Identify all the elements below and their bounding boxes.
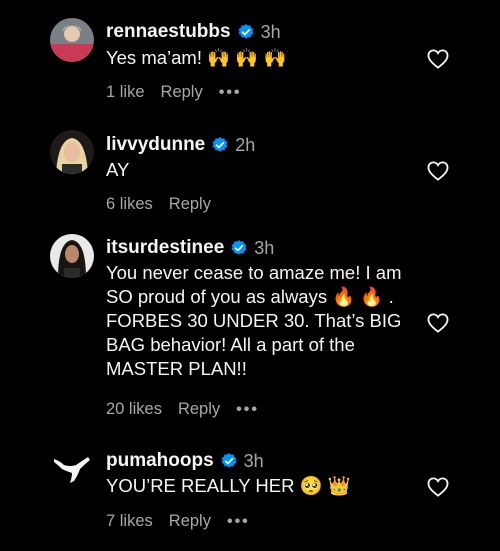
comment-text: You never cease to amaze me! I am SO pro…: [106, 262, 407, 379]
heart-outline-icon[interactable]: [427, 49, 449, 69]
avatar[interactable]: [50, 130, 94, 174]
avatar[interactable]: [50, 234, 94, 278]
reply-button[interactable]: Reply: [178, 400, 220, 419]
username-row: rennaestubbs 3h: [106, 21, 281, 43]
verified-badge-icon: [212, 137, 228, 152]
reply-button[interactable]: Reply: [169, 512, 211, 531]
heart-outline-icon[interactable]: [427, 477, 449, 497]
comment-text: AY: [106, 159, 130, 180]
timestamp: 3h: [260, 21, 281, 42]
username-row: livvydunne 2h: [106, 134, 255, 156]
avatar[interactable]: [50, 18, 94, 62]
username[interactable]: pumahoops: [106, 450, 214, 472]
timestamp: 2h: [235, 134, 256, 155]
likes-count[interactable]: 1 like: [106, 83, 145, 102]
username[interactable]: livvydunne: [106, 134, 205, 156]
username-row: itsurdestinee 3h: [106, 237, 274, 259]
reply-button[interactable]: Reply: [161, 83, 203, 102]
likes-count[interactable]: 7 likes: [106, 512, 153, 531]
username[interactable]: itsurdestinee: [106, 237, 224, 259]
timestamp: 3h: [243, 450, 264, 471]
comment-actions: 20 likes Reply •••: [106, 400, 275, 419]
reply-button[interactable]: Reply: [169, 195, 211, 214]
verified-badge-icon: [231, 240, 247, 255]
more-dots-icon[interactable]: •••: [227, 513, 250, 531]
verified-badge-icon: [238, 24, 253, 39]
heart-outline-icon[interactable]: [427, 313, 449, 333]
comment-actions: 6 likes Reply: [106, 195, 227, 214]
verified-badge-icon: [221, 453, 236, 468]
avatar[interactable]: [50, 447, 94, 491]
more-dots-icon[interactable]: •••: [219, 84, 242, 102]
more-dots-icon[interactable]: •••: [236, 401, 259, 419]
timestamp: 3h: [254, 237, 275, 258]
likes-count[interactable]: 20 likes: [106, 400, 162, 419]
username[interactable]: rennaestubbs: [106, 21, 231, 43]
username-row: pumahoops 3h: [106, 450, 264, 472]
comment-text: Yes ma’am! 🙌 🙌 🙌: [106, 47, 287, 68]
comment-actions: 7 likes Reply •••: [106, 512, 266, 531]
comment-text: YOU’RE REALLY HER 🥺 👑: [106, 475, 351, 496]
heart-outline-icon[interactable]: [427, 161, 449, 181]
likes-count[interactable]: 6 likes: [106, 195, 153, 214]
puma-logo-icon: [50, 447, 94, 491]
comment-actions: 1 like Reply •••: [106, 83, 258, 102]
